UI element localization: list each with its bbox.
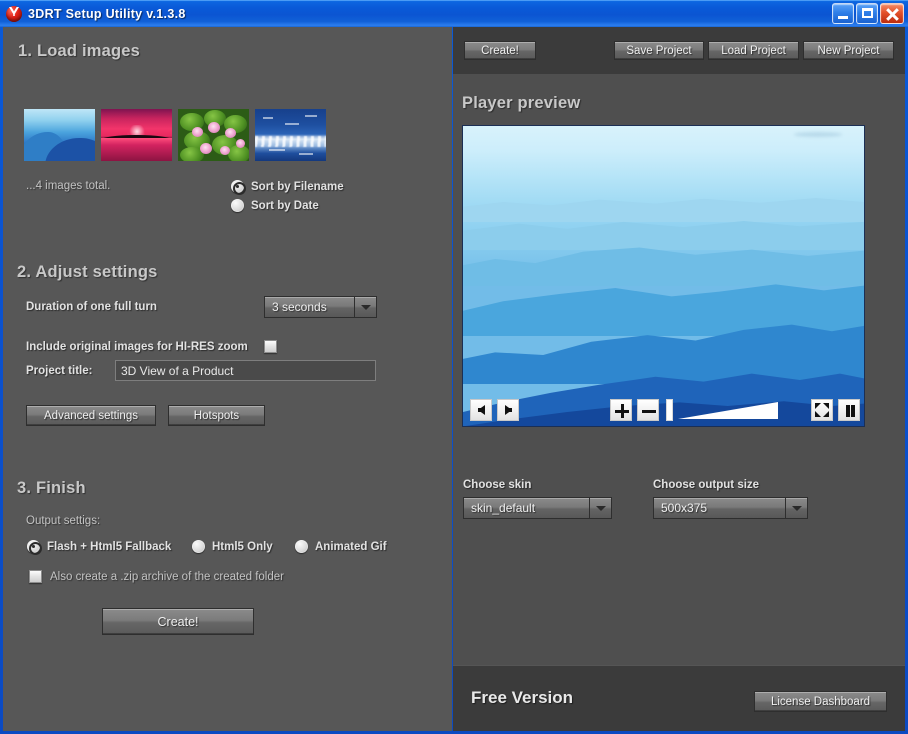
right-panel: Create! Save Project Load Project New Pr… [453, 27, 905, 731]
window-title: 3DRT Setup Utility v.1.3.8 [28, 6, 186, 21]
chevron-down-icon[interactable] [590, 497, 612, 519]
sort-by-date-radio[interactable]: Sort by Date [231, 199, 319, 212]
previous-frame-button[interactable] [470, 399, 492, 421]
advanced-settings-button[interactable]: Advanced settings [26, 405, 156, 426]
app-icon [5, 5, 23, 23]
skin-value: skin_default [463, 497, 590, 519]
speed-slider-track [678, 402, 778, 419]
output-option-animated-gif[interactable]: Animated Gif [295, 540, 387, 553]
duration-dropdown[interactable]: 3 seconds [264, 296, 377, 318]
output-option-html5-only-label: Html5 Only [212, 540, 273, 553]
ocean-waves-thumbnail[interactable] [255, 109, 326, 161]
preview-cloud [794, 132, 842, 137]
sunset-thumbnail[interactable] [101, 109, 172, 161]
output-option-animated-gif-label: Animated Gif [315, 540, 387, 553]
sort-by-date-label: Sort by Date [251, 199, 319, 212]
project-title-label: Project title: [26, 365, 93, 377]
chevron-down-icon[interactable] [355, 296, 377, 318]
project-title-input[interactable]: 3D View of a Product [115, 360, 376, 381]
license-dashboard-button[interactable]: License Dashboard [754, 691, 887, 712]
choose-skin-dropdown[interactable]: skin_default [463, 497, 612, 519]
output-size-value: 500x375 [653, 497, 786, 519]
project-title-value: 3D View of a Product [121, 363, 234, 378]
hotspots-button[interactable]: Hotspots [168, 405, 265, 426]
section-1-heading: 1. Load images [18, 42, 141, 60]
player-preview-viewport[interactable] [462, 125, 865, 427]
thumbnail-strip [24, 109, 326, 161]
fullscreen-icon [815, 403, 829, 417]
output-option-flash-html5[interactable]: Flash + Html5 Fallback [27, 540, 172, 555]
save-project-button[interactable]: Save Project [614, 41, 704, 60]
choose-output-size-dropdown[interactable]: 500x375 [653, 497, 808, 519]
new-project-button[interactable]: New Project [803, 41, 894, 60]
hires-checkbox[interactable] [264, 340, 277, 353]
close-button[interactable] [880, 3, 904, 24]
section-2-heading: 2. Adjust settings [17, 263, 158, 281]
radio-indicator [231, 180, 246, 195]
hires-label: Include original images for HI-RES zoom [26, 341, 248, 353]
minimize-button[interactable] [832, 3, 854, 24]
player-controls-bar [463, 395, 864, 426]
zoom-in-button[interactable] [610, 399, 632, 421]
radio-indicator [231, 199, 244, 212]
output-option-flash-html5-label: Flash + Html5 Fallback [47, 540, 172, 553]
license-footer: Free Version License Dashboard [453, 665, 905, 731]
load-project-button[interactable]: Load Project [708, 41, 799, 60]
duration-value: 3 seconds [264, 296, 355, 318]
radio-indicator [27, 540, 42, 555]
speed-slider[interactable] [666, 399, 778, 421]
choose-output-size-label: Choose output size [653, 479, 760, 491]
duration-label: Duration of one full turn [26, 301, 157, 313]
zip-archive-option[interactable]: Also create a .zip archive of the create… [29, 570, 284, 583]
next-frame-button[interactable] [497, 399, 519, 421]
maximize-button[interactable] [856, 3, 878, 24]
zip-archive-label: Also create a .zip archive of the create… [50, 570, 284, 583]
output-settings-label: Output settigs: [26, 515, 101, 527]
mountains-thumbnail[interactable] [24, 109, 95, 161]
zoom-out-button[interactable] [637, 399, 659, 421]
version-label: Free Version [471, 688, 574, 707]
player-preview-heading: Player preview [462, 94, 581, 112]
chevron-down-icon[interactable] [786, 497, 808, 519]
pause-button[interactable] [838, 399, 860, 421]
create-button-main[interactable]: Create! [102, 608, 254, 635]
sort-by-filename-radio[interactable]: Sort by Filename [231, 180, 344, 195]
application-window: 3DRT Setup Utility v.1.3.8 1. Load image… [0, 0, 908, 734]
project-toolbar: Create! Save Project Load Project New Pr… [453, 27, 905, 74]
zip-archive-checkbox[interactable] [29, 570, 42, 583]
radio-indicator [295, 540, 308, 553]
images-total-label: ...4 images total. [26, 180, 111, 192]
speed-slider-handle[interactable] [666, 399, 673, 421]
output-option-html5-only[interactable]: Html5 Only [192, 540, 273, 553]
sort-by-filename-label: Sort by Filename [251, 180, 344, 193]
title-bar[interactable]: 3DRT Setup Utility v.1.3.8 [0, 0, 908, 27]
choose-skin-label: Choose skin [463, 479, 532, 491]
create-button-toolbar[interactable]: Create! [464, 41, 536, 60]
fullscreen-button[interactable] [811, 399, 833, 421]
section-3-heading: 3. Finish [17, 479, 86, 497]
left-panel: 1. Load images ...4 images total. Sort b… [3, 27, 452, 731]
lotus-flowers-thumbnail[interactable] [178, 109, 249, 161]
radio-indicator [192, 540, 205, 553]
